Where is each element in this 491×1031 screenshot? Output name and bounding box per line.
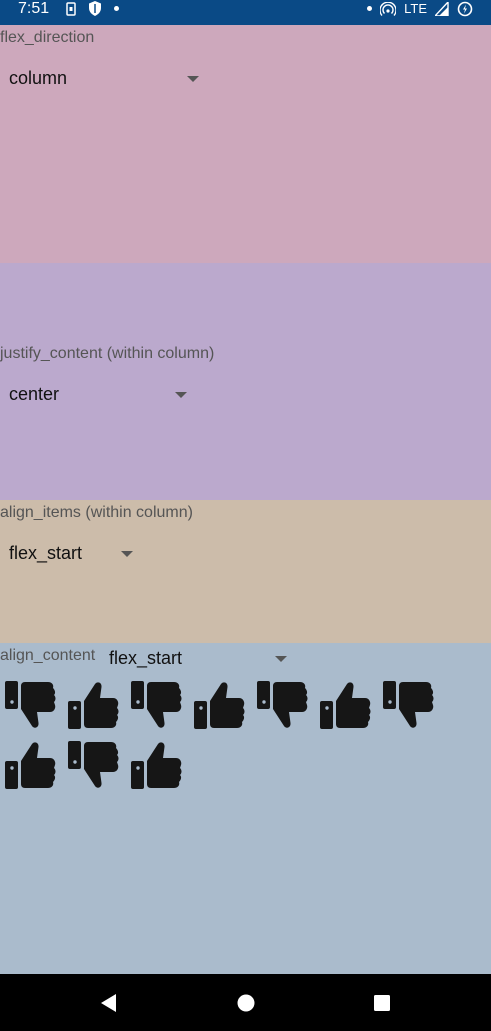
dot-icon (114, 6, 119, 11)
thumbs-up-icon (129, 737, 185, 793)
align-items-section: align_items (within column) flex_start (0, 500, 491, 643)
thumbs-down-icon (381, 677, 437, 733)
status-bar: 7:51 LTE (0, 0, 491, 25)
flex-direction-dropdown[interactable]: column (9, 68, 199, 92)
thumbs-container (3, 677, 453, 797)
signal-icon (435, 1, 449, 16)
align-items-value: flex_start (9, 543, 83, 563)
shield-icon (89, 1, 101, 16)
thumbs-up-icon (3, 737, 59, 793)
justify-content-value: center (9, 384, 60, 404)
chevron-down-icon (175, 392, 187, 398)
flex-direction-label: flex_direction (0, 29, 95, 46)
thumbs-down-icon (255, 677, 311, 733)
justify-content-section: justify_content (within column) center (0, 263, 491, 500)
justify-content-label: justify_content (within column) (0, 345, 215, 362)
justify-content-dropdown[interactable]: center (9, 384, 187, 408)
chevron-down-icon (275, 656, 287, 662)
thumbs-down-icon (66, 737, 122, 793)
thumbs-up-icon (318, 677, 374, 733)
thumbs-up-icon (192, 677, 248, 733)
chevron-down-icon (121, 551, 133, 557)
status-icons-right: LTE (367, 0, 473, 17)
navigation-bar (0, 974, 491, 1031)
thumbs-down-icon (129, 677, 185, 733)
align-content-dropdown[interactable]: flex_start (109, 648, 289, 672)
thumbs-down-icon (3, 677, 59, 733)
hotspot-icon (380, 1, 397, 16)
thumbs-up-icon (66, 677, 122, 733)
home-icon[interactable] (235, 992, 257, 1014)
align-content-section: align_content flex_start (0, 643, 491, 974)
sim-icon (66, 1, 76, 16)
recents-icon[interactable] (371, 992, 393, 1014)
back-icon[interactable] (98, 992, 120, 1014)
battery-saver-icon (457, 1, 473, 16)
chevron-down-icon (187, 76, 199, 82)
status-time: 7:51 (18, 0, 50, 17)
align-items-dropdown[interactable]: flex_start (9, 543, 133, 567)
flex-direction-value: column (9, 68, 68, 88)
flex-direction-section: flex_direction column (0, 25, 491, 263)
align-items-label: align_items (within column) (0, 504, 193, 521)
align-content-value: flex_start (109, 648, 183, 668)
network-type: LTE (404, 1, 427, 16)
dot-icon (367, 6, 373, 11)
align-content-label: align_content (0, 647, 96, 664)
status-icons-left (66, 0, 119, 17)
